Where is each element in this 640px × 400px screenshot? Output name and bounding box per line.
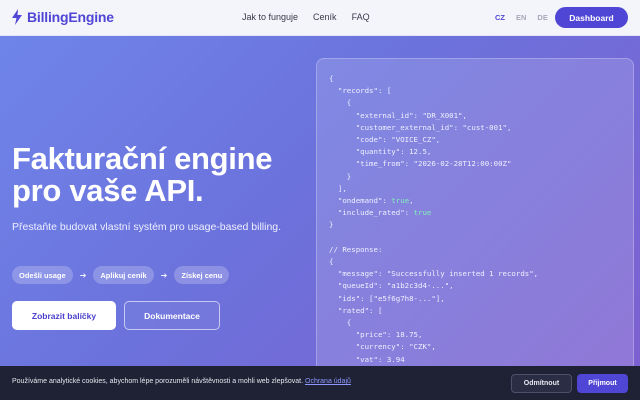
code-line: "quantity": 12.5, (329, 147, 432, 157)
code-line: "code": "VOICE_CZ", (329, 135, 441, 145)
code-line: { (329, 257, 334, 267)
code-line: "message": "Successfully inserted 1 reco… (329, 269, 539, 279)
nav-link-faq[interactable]: FAQ (352, 12, 370, 22)
lang-en[interactable]: EN (516, 13, 526, 22)
code-line: "ondemand": true, (329, 196, 414, 206)
arrow-right-icon: ➔ (79, 270, 87, 280)
accept-cookies-button[interactable]: Přijmout (577, 374, 628, 393)
code-line: "currency": "CZK", (329, 342, 436, 352)
dashboard-button[interactable]: Dashboard (555, 7, 628, 28)
step-send-usage: Odešli usage (12, 266, 73, 284)
code-line: "vat": 3.94 (329, 354, 405, 364)
hero-title-line2: pro vaše API. (12, 173, 204, 208)
hero-title: Fakturační engine pro vaše API. (12, 143, 272, 207)
code-line: { (329, 98, 352, 108)
process-steps: Odešli usage ➔ Aplikuj ceník ➔ Získej ce… (12, 266, 230, 284)
show-packages-button[interactable]: Zobrazit balíčky (12, 301, 116, 330)
cookie-text: Používáme analytické cookies, abychom lé… (12, 378, 304, 385)
code-line: "include_rated": true (329, 208, 432, 218)
lightning-icon (12, 9, 22, 25)
reject-cookies-button[interactable]: Odmítnout (511, 374, 572, 393)
cookie-banner: Používáme analytické cookies, abychom lé… (0, 366, 640, 400)
hero-title-line1: Fakturační engine (12, 141, 273, 176)
code-line: { (329, 318, 352, 328)
code-line: // Response: (329, 244, 383, 254)
code-line: } (329, 171, 352, 181)
code-line: ], (329, 183, 347, 193)
code-line: "ids": ["e5f6g7h8-..."], (329, 293, 445, 303)
code-line: "customer_external_id": "cust-001", (329, 122, 512, 132)
code-line: "records": [ (329, 86, 392, 96)
code-line: } (329, 220, 334, 230)
step-get-price: Získej cenu (174, 266, 230, 284)
brand-name: BillingEngine (27, 9, 114, 25)
arrow-right-icon: ➔ (160, 270, 168, 280)
language-switcher: CZ EN DE (495, 13, 548, 22)
code-line: "queueId": "a1b2c3d4-...", (329, 281, 454, 291)
code-line: "time_from": "2026-02-28T12:00:00Z" (329, 159, 512, 169)
code-line: { (329, 74, 334, 83)
code-line: "price": 18.75, (329, 330, 423, 340)
code-sample-panel: { "records": [ { "external_id": "DR_X001… (316, 58, 634, 388)
nav-links: Jak to funguje Ceník FAQ (242, 12, 370, 22)
code-line: "external_id": "DR_X001", (329, 110, 467, 120)
privacy-link[interactable]: Ochrana údajů (305, 378, 351, 385)
step-apply-pricing: Aplikuj ceník (93, 266, 154, 284)
cookie-message: Používáme analytické cookies, abychom lé… (12, 378, 351, 385)
documentation-button[interactable]: Dokumentace (124, 301, 220, 330)
nav-link-how-it-works[interactable]: Jak to funguje (242, 12, 298, 22)
lang-de[interactable]: DE (537, 13, 547, 22)
code-line: "rated": [ (329, 305, 383, 315)
top-navbar: BillingEngine Jak to funguje Ceník FAQ C… (0, 0, 640, 36)
brand-logo[interactable]: BillingEngine (11, 9, 114, 25)
nav-link-pricing[interactable]: Ceník (313, 12, 337, 22)
hero-subtitle: Přestaňte budovat vlastní systém pro usa… (12, 221, 282, 233)
lang-cz[interactable]: CZ (495, 13, 505, 22)
